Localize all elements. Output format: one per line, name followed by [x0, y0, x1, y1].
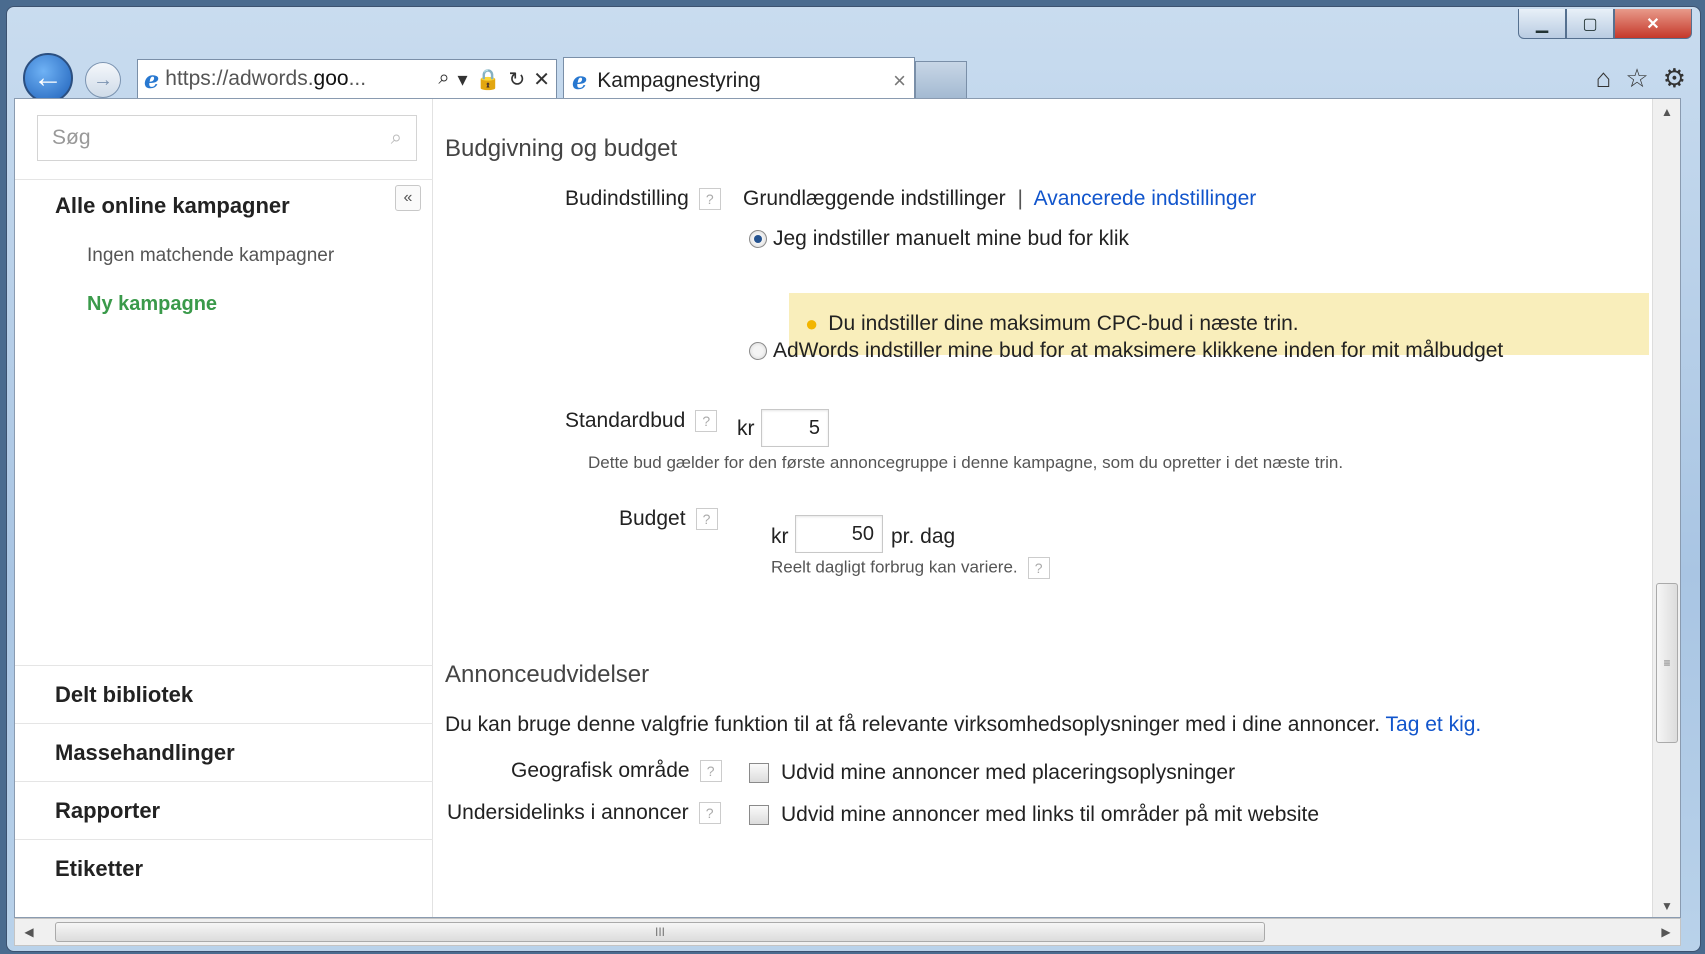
bid-setting-label: Budindstilling [565, 187, 689, 210]
budget-input[interactable]: 50 [795, 515, 883, 553]
help-icon[interactable]: ? [695, 410, 718, 433]
sitelinks-checkbox[interactable] [749, 805, 769, 826]
main-content: Budgivning og budget Budindstilling? Gru… [433, 99, 1680, 917]
budget-hint-row: Reelt dagligt forbrug kan variere.? [771, 557, 1050, 579]
default-bid-row: Standardbud? [565, 409, 718, 433]
help-icon[interactable]: ? [1027, 557, 1050, 579]
cpc-note-text: Du indstiller dine maksimum CPC-bud i næ… [828, 312, 1299, 335]
sitelinks-label: Undersidelinks i annoncer [447, 801, 689, 824]
vertical-scrollbar[interactable]: ▲ ≡ ▼ [1652, 99, 1680, 917]
sidebar-bottom-nav: Delt bibliotek Massehandlinger Rapporter… [15, 665, 433, 897]
help-icon[interactable]: ? [698, 188, 721, 211]
help-icon[interactable]: ? [698, 802, 721, 825]
sidebar-item-shared-library[interactable]: Delt bibliotek [15, 665, 433, 723]
extensions-section-title: Annonceudvidelser [445, 661, 650, 688]
basic-settings-label: Grundlæggende indstillinger [743, 187, 1006, 210]
minimize-button[interactable]: ▁ [1518, 9, 1566, 39]
address-bar[interactable]: e https://adwords.goo... ⌕ ▾ 🔒 ↻ ✕ [137, 59, 557, 99]
geo-option-label: Udvid mine annoncer med placeringsoplysn… [781, 761, 1236, 784]
bid-setting-tabs: Grundlæggende indstillinger | Avancerede… [743, 187, 1256, 211]
help-icon[interactable]: ? [699, 760, 722, 783]
help-icon[interactable]: ? [695, 508, 718, 531]
horizontal-scrollbar[interactable]: ◀ III ▶ [14, 918, 1681, 946]
sidebar-search: ⌕ [37, 115, 417, 161]
ie-page-icon: e [572, 66, 588, 95]
page-viewport: ⌕ « Alle online kampagner Ingen matchend… [14, 98, 1681, 918]
scroll-right-icon[interactable]: ▶ [1652, 919, 1680, 945]
tab-kampagnestyring[interactable]: e Kampagnestyring × [563, 57, 915, 103]
sidebar-item-bulk-operations[interactable]: Massehandlinger [15, 723, 433, 781]
browser-toolbar: ⌂ ☆ ⚙ [1596, 63, 1686, 94]
extensions-intro: Du kan bruge denne valgfrie funktion til… [445, 713, 1481, 737]
default-bid-input[interactable]: 5 [761, 409, 829, 447]
chevron-down-icon[interactable]: ▾ [458, 67, 468, 92]
auto-bid-label: AdWords indstiller mine bud for at maksi… [773, 339, 1504, 362]
advanced-settings-link[interactable]: Avancerede indstillinger [1034, 187, 1257, 210]
bidding-section-title: Budgivning og budget [445, 135, 678, 162]
new-tab-button[interactable] [915, 61, 967, 103]
gear-icon[interactable]: ⚙ [1663, 63, 1686, 94]
home-icon[interactable]: ⌂ [1596, 63, 1612, 94]
sitelinks-option-label: Udvid mine annoncer med links til område… [781, 803, 1320, 826]
default-bid-hint: Dette bud gælder for den første annonceg… [588, 453, 1344, 472]
extensions-intro-text: Du kan bruge denne valgfrie funktion til… [445, 713, 1381, 736]
forward-arrow-icon: → [93, 68, 113, 91]
scroll-down-icon[interactable]: ▼ [1653, 893, 1680, 917]
back-button[interactable]: ← [23, 53, 73, 103]
sidebar-item-all-campaigns[interactable]: Alle online kampagner [55, 193, 290, 219]
vertical-scroll-thumb[interactable]: ≡ [1656, 583, 1678, 743]
manual-bid-label: Jeg indstiller manuelt mine bud for klik [773, 227, 1129, 250]
navigation-bar: ← → e https://adwords.goo... ⌕ ▾ 🔒 ↻ ✕ e… [7, 47, 1700, 105]
tab-close-icon[interactable]: × [893, 68, 906, 94]
geo-option[interactable]: Udvid mine annoncer med placeringsoplysn… [749, 761, 1235, 785]
scroll-left-icon[interactable]: ◀ [15, 919, 43, 945]
horizontal-scroll-thumb[interactable]: III [55, 922, 1265, 942]
search-icon[interactable]: ⌕ [391, 127, 402, 150]
auto-bid-radio[interactable] [749, 342, 767, 361]
refresh-icon[interactable]: ↻ [508, 67, 525, 92]
sitelinks-option[interactable]: Udvid mine annoncer med links til område… [749, 803, 1319, 827]
bid-setting-row: Budindstilling? [565, 187, 721, 211]
default-bid-currency: kr [737, 417, 755, 440]
tab-title: Kampagnestyring [597, 68, 761, 92]
default-bid-label: Standardbud [565, 409, 686, 432]
sidebar: ⌕ « Alle online kampagner Ingen matchend… [15, 99, 433, 917]
search-input[interactable] [52, 126, 391, 150]
geo-label: Geografisk område [511, 759, 690, 782]
maximize-button[interactable]: ▢ [1566, 9, 1614, 39]
lock-icon[interactable]: 🔒 [476, 67, 501, 92]
no-matching-campaigns-text: Ingen matchende kampagner [87, 245, 335, 266]
budget-row: Budget? [619, 507, 718, 531]
forward-button[interactable]: → [85, 62, 121, 98]
scroll-up-icon[interactable]: ▲ [1653, 99, 1680, 125]
budget-label: Budget [619, 507, 686, 530]
url-text[interactable]: https://adwords.goo... [165, 67, 438, 91]
search-icon[interactable]: ⌕ [438, 67, 449, 92]
manual-bid-radio[interactable] [749, 230, 767, 249]
stop-icon[interactable]: ✕ [533, 67, 550, 92]
sidebar-divider [15, 179, 433, 180]
sidebar-item-reports[interactable]: Rapporter [15, 781, 433, 839]
geo-checkbox[interactable] [749, 763, 769, 784]
ie-logo-icon: e [144, 64, 160, 94]
back-arrow-icon: ← [33, 61, 63, 94]
favorites-star-icon[interactable]: ☆ [1625, 63, 1648, 94]
lightbulb-icon: ● [805, 311, 819, 336]
separator: | [1017, 187, 1023, 210]
sitelinks-row: Undersidelinks i annoncer? [447, 801, 721, 825]
collapse-sidebar-button[interactable]: « [395, 185, 421, 211]
close-window-button[interactable]: ✕ [1614, 9, 1692, 39]
per-day-label: pr. dag [891, 525, 956, 548]
budget-hint: Reelt dagligt forbrug kan variere. [771, 557, 1018, 577]
sidebar-item-new-campaign[interactable]: Ny kampagne [87, 293, 217, 316]
take-a-look-link[interactable]: Tag et kig. [1386, 713, 1482, 736]
manual-bid-option[interactable]: Jeg indstiller manuelt mine bud for klik [749, 227, 1129, 251]
auto-bid-option[interactable]: AdWords indstiller mine bud for at maksi… [749, 339, 1503, 363]
geo-row: Geografisk område? [511, 759, 722, 783]
sidebar-item-labels[interactable]: Etiketter [15, 839, 433, 897]
budget-currency: kr [771, 525, 789, 548]
window-controls: ▁ ▢ ✕ [1518, 9, 1692, 39]
